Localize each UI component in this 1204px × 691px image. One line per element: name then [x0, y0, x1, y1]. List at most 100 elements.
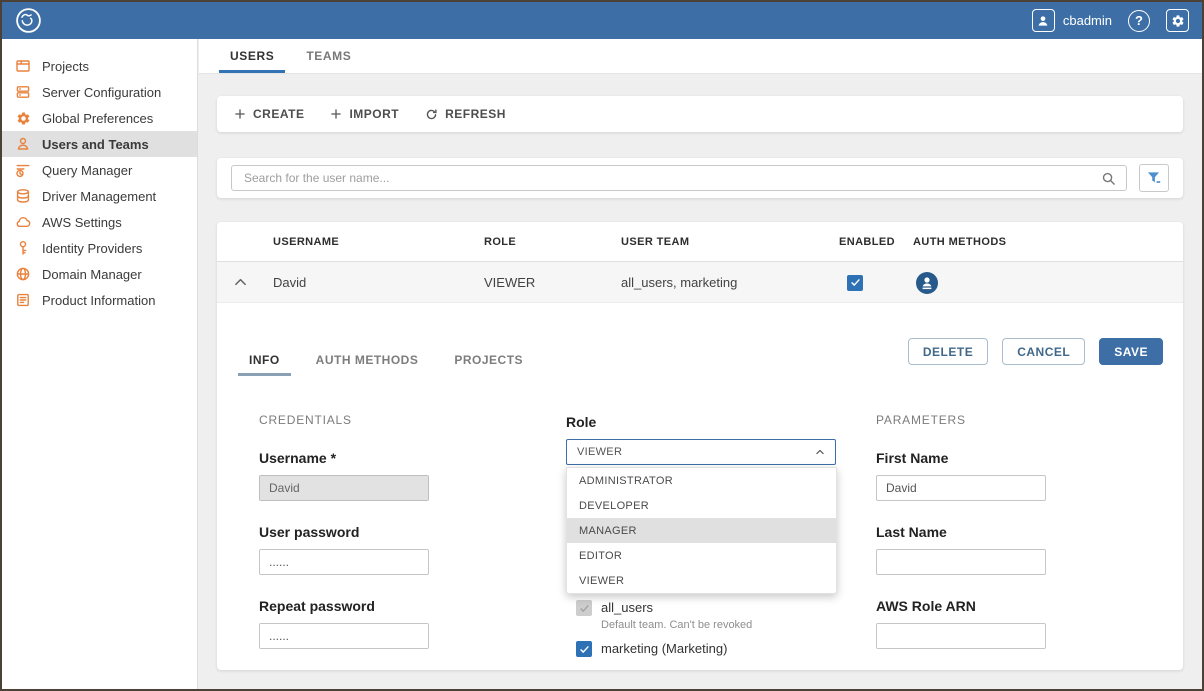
sidebar-item-label: Query Manager	[42, 163, 132, 178]
role-section: Role VIEWER ADMINISTRATOR DEVELOPER MANA…	[566, 414, 836, 657]
sidebar-item-product-information[interactable]: Product Information	[2, 287, 197, 313]
table-row[interactable]: David VIEWER all_users, marketing	[217, 262, 1183, 303]
sidebar-item-users-and-teams[interactable]: Users and Teams	[2, 131, 197, 157]
gear-icon	[15, 110, 31, 126]
last-name-field[interactable]	[876, 549, 1046, 575]
team-list: all_users Default team. Can't be revoked…	[566, 600, 836, 657]
sidebar-item-driver-management[interactable]: Driver Management	[2, 183, 197, 209]
cancel-button[interactable]: CANCEL	[1002, 338, 1085, 365]
repeat-password-field[interactable]	[259, 623, 429, 649]
sidebar-item-global-preferences[interactable]: Global Preferences	[2, 105, 197, 131]
all-users-checkbox	[576, 600, 592, 616]
aws-role-arn-field-label: AWS Role ARN	[876, 598, 1046, 614]
filter-funnel-icon	[1146, 170, 1162, 186]
sidebar-item-domain-manager[interactable]: Domain Manager	[2, 261, 197, 287]
detail-action-buttons: DELETE CANCEL SAVE	[908, 338, 1163, 365]
col-header-role: ROLE	[484, 222, 516, 262]
main-tab-bar: USERS TEAMS	[199, 39, 1202, 74]
password-field-label: User password	[259, 524, 429, 540]
role-dropdown: ADMINISTRATOR DEVELOPER MANAGER EDITOR V…	[566, 467, 837, 594]
refresh-button[interactable]: REFRESH	[425, 107, 506, 121]
cell-auth-methods	[915, 262, 939, 303]
col-header-username: USERNAME	[273, 222, 339, 262]
key-icon	[15, 240, 31, 256]
plus-icon	[234, 108, 246, 120]
role-select-value: VIEWER	[577, 446, 622, 458]
first-name-field-label: First Name	[876, 450, 1046, 466]
detail-tab-bar: INFO AUTH METHODS PROJECTS	[238, 353, 534, 376]
help-icon[interactable]	[1128, 10, 1150, 32]
team-label: marketing (Marketing)	[601, 641, 727, 656]
tab-projects[interactable]: PROJECTS	[443, 353, 534, 376]
role-option-manager[interactable]: MANAGER	[567, 518, 836, 543]
sidebar-item-identity-providers[interactable]: Identity Providers	[2, 235, 197, 261]
sidebar-item-label: Driver Management	[42, 189, 156, 204]
toolbar: CREATE IMPORT REFRESH	[217, 96, 1183, 132]
create-button[interactable]: CREATE	[234, 107, 304, 121]
main-content: USERS TEAMS CREATE IMPORT REFRESH	[199, 39, 1202, 689]
sidebar-item-projects[interactable]: Projects	[2, 53, 197, 79]
team-row-marketing[interactable]: marketing (Marketing)	[576, 641, 836, 657]
parameters-title: PARAMETERS	[876, 413, 1046, 427]
search-bar	[217, 158, 1183, 198]
sidebar-item-label: Identity Providers	[42, 241, 142, 256]
cell-username: David	[273, 262, 306, 303]
table-header-row: USERNAME ROLE USER TEAM ENABLED AUTH MET…	[217, 222, 1183, 262]
sidebar-item-label: Users and Teams	[42, 137, 149, 152]
marketing-checkbox[interactable]	[576, 641, 592, 657]
username-label: cbadmin	[1063, 13, 1112, 28]
user-menu[interactable]: cbadmin	[1032, 9, 1112, 32]
tab-auth-methods[interactable]: AUTH METHODS	[305, 353, 430, 376]
tab-info[interactable]: INFO	[238, 353, 291, 376]
role-option-administrator[interactable]: ADMINISTRATOR	[567, 468, 836, 493]
app-window: cbadmin Projects Server Configuration	[0, 0, 1204, 691]
cell-enabled	[847, 262, 863, 303]
role-option-viewer[interactable]: VIEWER	[567, 568, 836, 593]
refresh-button-label: REFRESH	[445, 107, 506, 121]
role-option-editor[interactable]: EDITOR	[567, 543, 836, 568]
repeat-password-field-label: Repeat password	[259, 598, 429, 614]
team-note: Default team. Can't be revoked	[601, 619, 752, 631]
password-field[interactable]	[259, 549, 429, 575]
credentials-section: CREDENTIALS Username * User password Rep…	[259, 413, 429, 672]
cloud-icon	[15, 214, 31, 230]
team-row-all-users: all_users Default team. Can't be revoked	[576, 600, 836, 631]
users-table: USERNAME ROLE USER TEAM ENABLED AUTH MET…	[217, 222, 1183, 670]
first-name-field[interactable]	[876, 475, 1046, 501]
enabled-checkbox[interactable]	[847, 275, 863, 291]
sidebar-item-server-configuration[interactable]: Server Configuration	[2, 79, 197, 105]
projects-icon	[15, 58, 31, 74]
user-detail-panel: DELETE CANCEL SAVE INFO AUTH METHODS PRO…	[217, 303, 1183, 670]
role-option-developer[interactable]: DEVELOPER	[567, 493, 836, 518]
role-select[interactable]: VIEWER	[566, 439, 836, 465]
globe-icon	[15, 266, 31, 282]
app-logo-icon[interactable]	[15, 7, 42, 34]
sidebar-item-label: Product Information	[42, 293, 155, 308]
col-header-user-team: USER TEAM	[621, 222, 689, 262]
cell-user-team: all_users, marketing	[621, 262, 737, 303]
search-input[interactable]	[242, 170, 1101, 186]
sidebar-item-label: Domain Manager	[42, 267, 142, 282]
user-avatar-icon	[1032, 9, 1055, 32]
col-header-auth-methods: AUTH METHODS	[913, 222, 1006, 262]
credentials-title: CREDENTIALS	[259, 413, 429, 427]
create-button-label: CREATE	[253, 107, 304, 121]
delete-button[interactable]: DELETE	[908, 338, 988, 365]
tab-users[interactable]: USERS	[219, 39, 285, 73]
tab-teams[interactable]: TEAMS	[295, 39, 362, 73]
sidebar-item-query-manager[interactable]: Query Manager	[2, 157, 197, 183]
aws-role-arn-field[interactable]	[876, 623, 1046, 649]
sidebar-item-aws-settings[interactable]: AWS Settings	[2, 209, 197, 235]
person-icon	[15, 136, 31, 152]
sidebar-item-label: Projects	[42, 59, 89, 74]
cell-role: VIEWER	[484, 262, 535, 303]
collapse-chevron-icon[interactable]	[233, 262, 248, 303]
import-button-label: IMPORT	[349, 107, 399, 121]
import-button[interactable]: IMPORT	[330, 107, 399, 121]
top-bar: cbadmin	[2, 2, 1202, 39]
role-field-label: Role	[566, 414, 836, 430]
save-button[interactable]: SAVE	[1099, 338, 1163, 365]
filter-button[interactable]	[1139, 164, 1169, 192]
sidebar-item-label: Server Configuration	[42, 85, 161, 100]
settings-gear-icon[interactable]	[1166, 9, 1189, 32]
